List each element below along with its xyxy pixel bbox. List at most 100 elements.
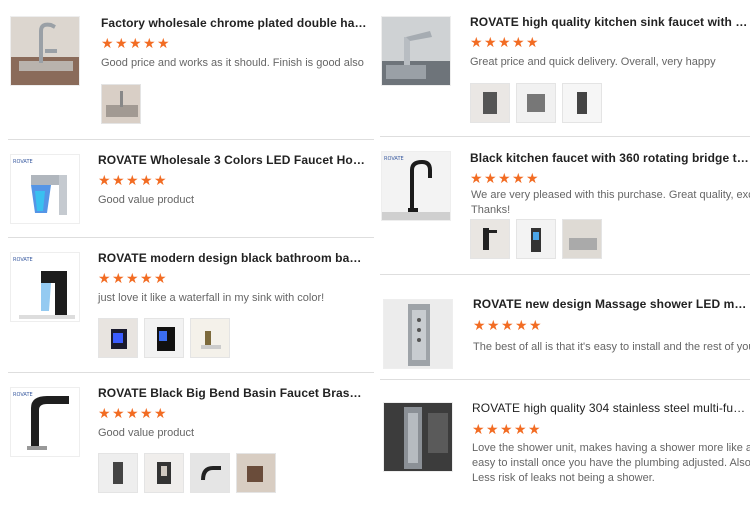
star-icon: ★ xyxy=(528,421,541,437)
star-icon: ★ xyxy=(470,170,483,186)
blue-led-photo-icon[interactable] xyxy=(98,318,138,358)
photo-2-icon[interactable] xyxy=(144,453,184,493)
review-product-title[interactable]: ROVATE new design Massage shower LED mo.… xyxy=(473,297,750,311)
review-text: Love the shower unit, makes having a sho… xyxy=(472,442,750,454)
star-icon: ★ xyxy=(484,170,497,186)
review-text-line-3: Less risk of leaks not being a shower. xyxy=(472,472,655,484)
star-icon: ★ xyxy=(486,421,499,437)
photo-b-icon[interactable] xyxy=(516,83,556,123)
review-photos xyxy=(98,318,230,358)
star-icon: ★ xyxy=(512,34,525,50)
review-text: Good value product xyxy=(98,194,195,206)
star-icon: ★ xyxy=(101,35,114,51)
rating-stars: ★ ★ ★ ★ ★ xyxy=(470,34,539,50)
review-photos xyxy=(470,83,602,123)
photo-a-icon[interactable] xyxy=(470,83,510,123)
sink-photo-icon[interactable] xyxy=(101,84,141,124)
rating-stars: ★ ★ ★ ★ ★ xyxy=(472,421,541,437)
star-icon: ★ xyxy=(115,35,128,51)
rating-stars: ★ ★ ★ ★ ★ xyxy=(98,270,167,286)
star-icon: ★ xyxy=(140,270,153,286)
star-icon: ★ xyxy=(470,34,483,50)
photo-c-icon[interactable] xyxy=(562,83,602,123)
review-product-title[interactable]: Black kitchen faucet with 360 rotating b… xyxy=(470,151,750,165)
review-item: ROVATE Black kitchen faucet with 360 rot… xyxy=(380,137,750,275)
star-icon: ★ xyxy=(500,421,513,437)
star-icon: ★ xyxy=(526,34,539,50)
svg-text:ROVATE: ROVATE xyxy=(13,392,33,398)
review-text: The best of all is that it's easy to ins… xyxy=(473,341,750,353)
star-icon: ★ xyxy=(140,172,153,188)
product-thumbnail[interactable]: ROVATE xyxy=(10,252,80,322)
star-icon: ★ xyxy=(112,405,125,421)
review-item: ROVATE ROVATE Wholesale 3 Colors LED Fau… xyxy=(8,140,374,238)
star-icon: ★ xyxy=(112,270,125,286)
star-icon: ★ xyxy=(140,405,153,421)
rating-stars: ★ ★ ★ ★ ★ xyxy=(98,405,167,421)
review-product-title[interactable]: Factory wholesale chrome plated double h… xyxy=(101,16,371,30)
review-text-line-2: Thanks! xyxy=(471,204,511,216)
review-photos xyxy=(101,84,141,124)
product-thumbnail[interactable]: ROVATE xyxy=(381,151,451,221)
review-product-title[interactable]: ROVATE modern design black bathroom basi… xyxy=(98,251,368,265)
svg-text:ROVATE: ROVATE xyxy=(384,156,404,162)
star-icon: ★ xyxy=(473,317,486,333)
star-icon: ★ xyxy=(98,270,111,286)
photo-e-icon[interactable] xyxy=(516,219,556,259)
star-icon: ★ xyxy=(126,270,139,286)
star-icon: ★ xyxy=(498,34,511,50)
rating-stars: ★ ★ ★ ★ ★ xyxy=(101,35,170,51)
product-thumbnail[interactable]: ROVATE xyxy=(10,387,80,457)
product-thumbnail[interactable] xyxy=(383,299,453,369)
star-icon: ★ xyxy=(98,172,111,188)
star-icon: ★ xyxy=(512,170,525,186)
review-item: ROVATE ROVATE modern design black bathro… xyxy=(8,238,374,373)
review-item: ROVATE high quality kitchen sink faucet … xyxy=(380,0,750,137)
star-icon: ★ xyxy=(472,421,485,437)
review-text-line-2: easy to install once you have the plumbi… xyxy=(472,457,750,469)
review-product-title[interactable]: ROVATE high quality 304 stainless steel … xyxy=(472,401,750,415)
product-thumbnail[interactable] xyxy=(381,16,451,86)
review-text: just love it like a waterfall in my sink… xyxy=(98,292,325,304)
star-icon: ★ xyxy=(126,405,139,421)
star-icon: ★ xyxy=(126,172,139,188)
review-text: Great price and quick delivery. Overall,… xyxy=(470,56,716,68)
review-product-title[interactable]: ROVATE Black Big Bend Basin Faucet Brass… xyxy=(98,386,368,400)
star-icon: ★ xyxy=(515,317,528,333)
svg-text:ROVATE: ROVATE xyxy=(13,257,33,263)
star-icon: ★ xyxy=(154,270,167,286)
star-icon: ★ xyxy=(501,317,514,333)
review-photos xyxy=(98,453,276,493)
product-thumbnail[interactable] xyxy=(10,16,80,86)
rating-stars: ★ ★ ★ ★ ★ xyxy=(473,317,542,333)
rating-stars: ★ ★ ★ ★ ★ xyxy=(470,170,539,186)
photo-3-icon[interactable] xyxy=(190,453,230,493)
review-text: We are very pleased with this purchase. … xyxy=(471,189,750,201)
installed-faucet-photo-icon[interactable] xyxy=(144,318,184,358)
review-item: ROVATE ROVATE Black Big Bend Basin Fauce… xyxy=(8,373,374,508)
star-icon: ★ xyxy=(526,170,539,186)
photo-d-icon[interactable] xyxy=(470,219,510,259)
photo-4-icon[interactable] xyxy=(236,453,276,493)
photo-f-icon[interactable] xyxy=(562,219,602,259)
review-text: Good value product xyxy=(98,427,195,439)
review-text: Good price and works as it should. Finis… xyxy=(101,57,364,69)
review-photos xyxy=(470,219,602,259)
review-product-title[interactable]: ROVATE high quality kitchen sink faucet … xyxy=(470,15,750,29)
faucet-closeup-photo-icon[interactable] xyxy=(190,318,230,358)
review-item: ROVATE high quality 304 stainless steel … xyxy=(380,380,750,508)
review-product-title[interactable]: ROVATE Wholesale 3 Colors LED Faucet Hot… xyxy=(98,153,368,167)
star-icon: ★ xyxy=(157,35,170,51)
star-icon: ★ xyxy=(154,405,167,421)
review-item: ROVATE new design Massage shower LED mo.… xyxy=(380,275,750,380)
star-icon: ★ xyxy=(98,405,111,421)
star-icon: ★ xyxy=(154,172,167,188)
star-icon: ★ xyxy=(129,35,142,51)
product-thumbnail[interactable] xyxy=(383,402,453,472)
photo-1-icon[interactable] xyxy=(98,453,138,493)
star-icon: ★ xyxy=(514,421,527,437)
product-thumbnail[interactable]: ROVATE xyxy=(10,154,80,224)
star-icon: ★ xyxy=(484,34,497,50)
svg-text:ROVATE: ROVATE xyxy=(13,159,33,165)
rating-stars: ★ ★ ★ ★ ★ xyxy=(98,172,167,188)
